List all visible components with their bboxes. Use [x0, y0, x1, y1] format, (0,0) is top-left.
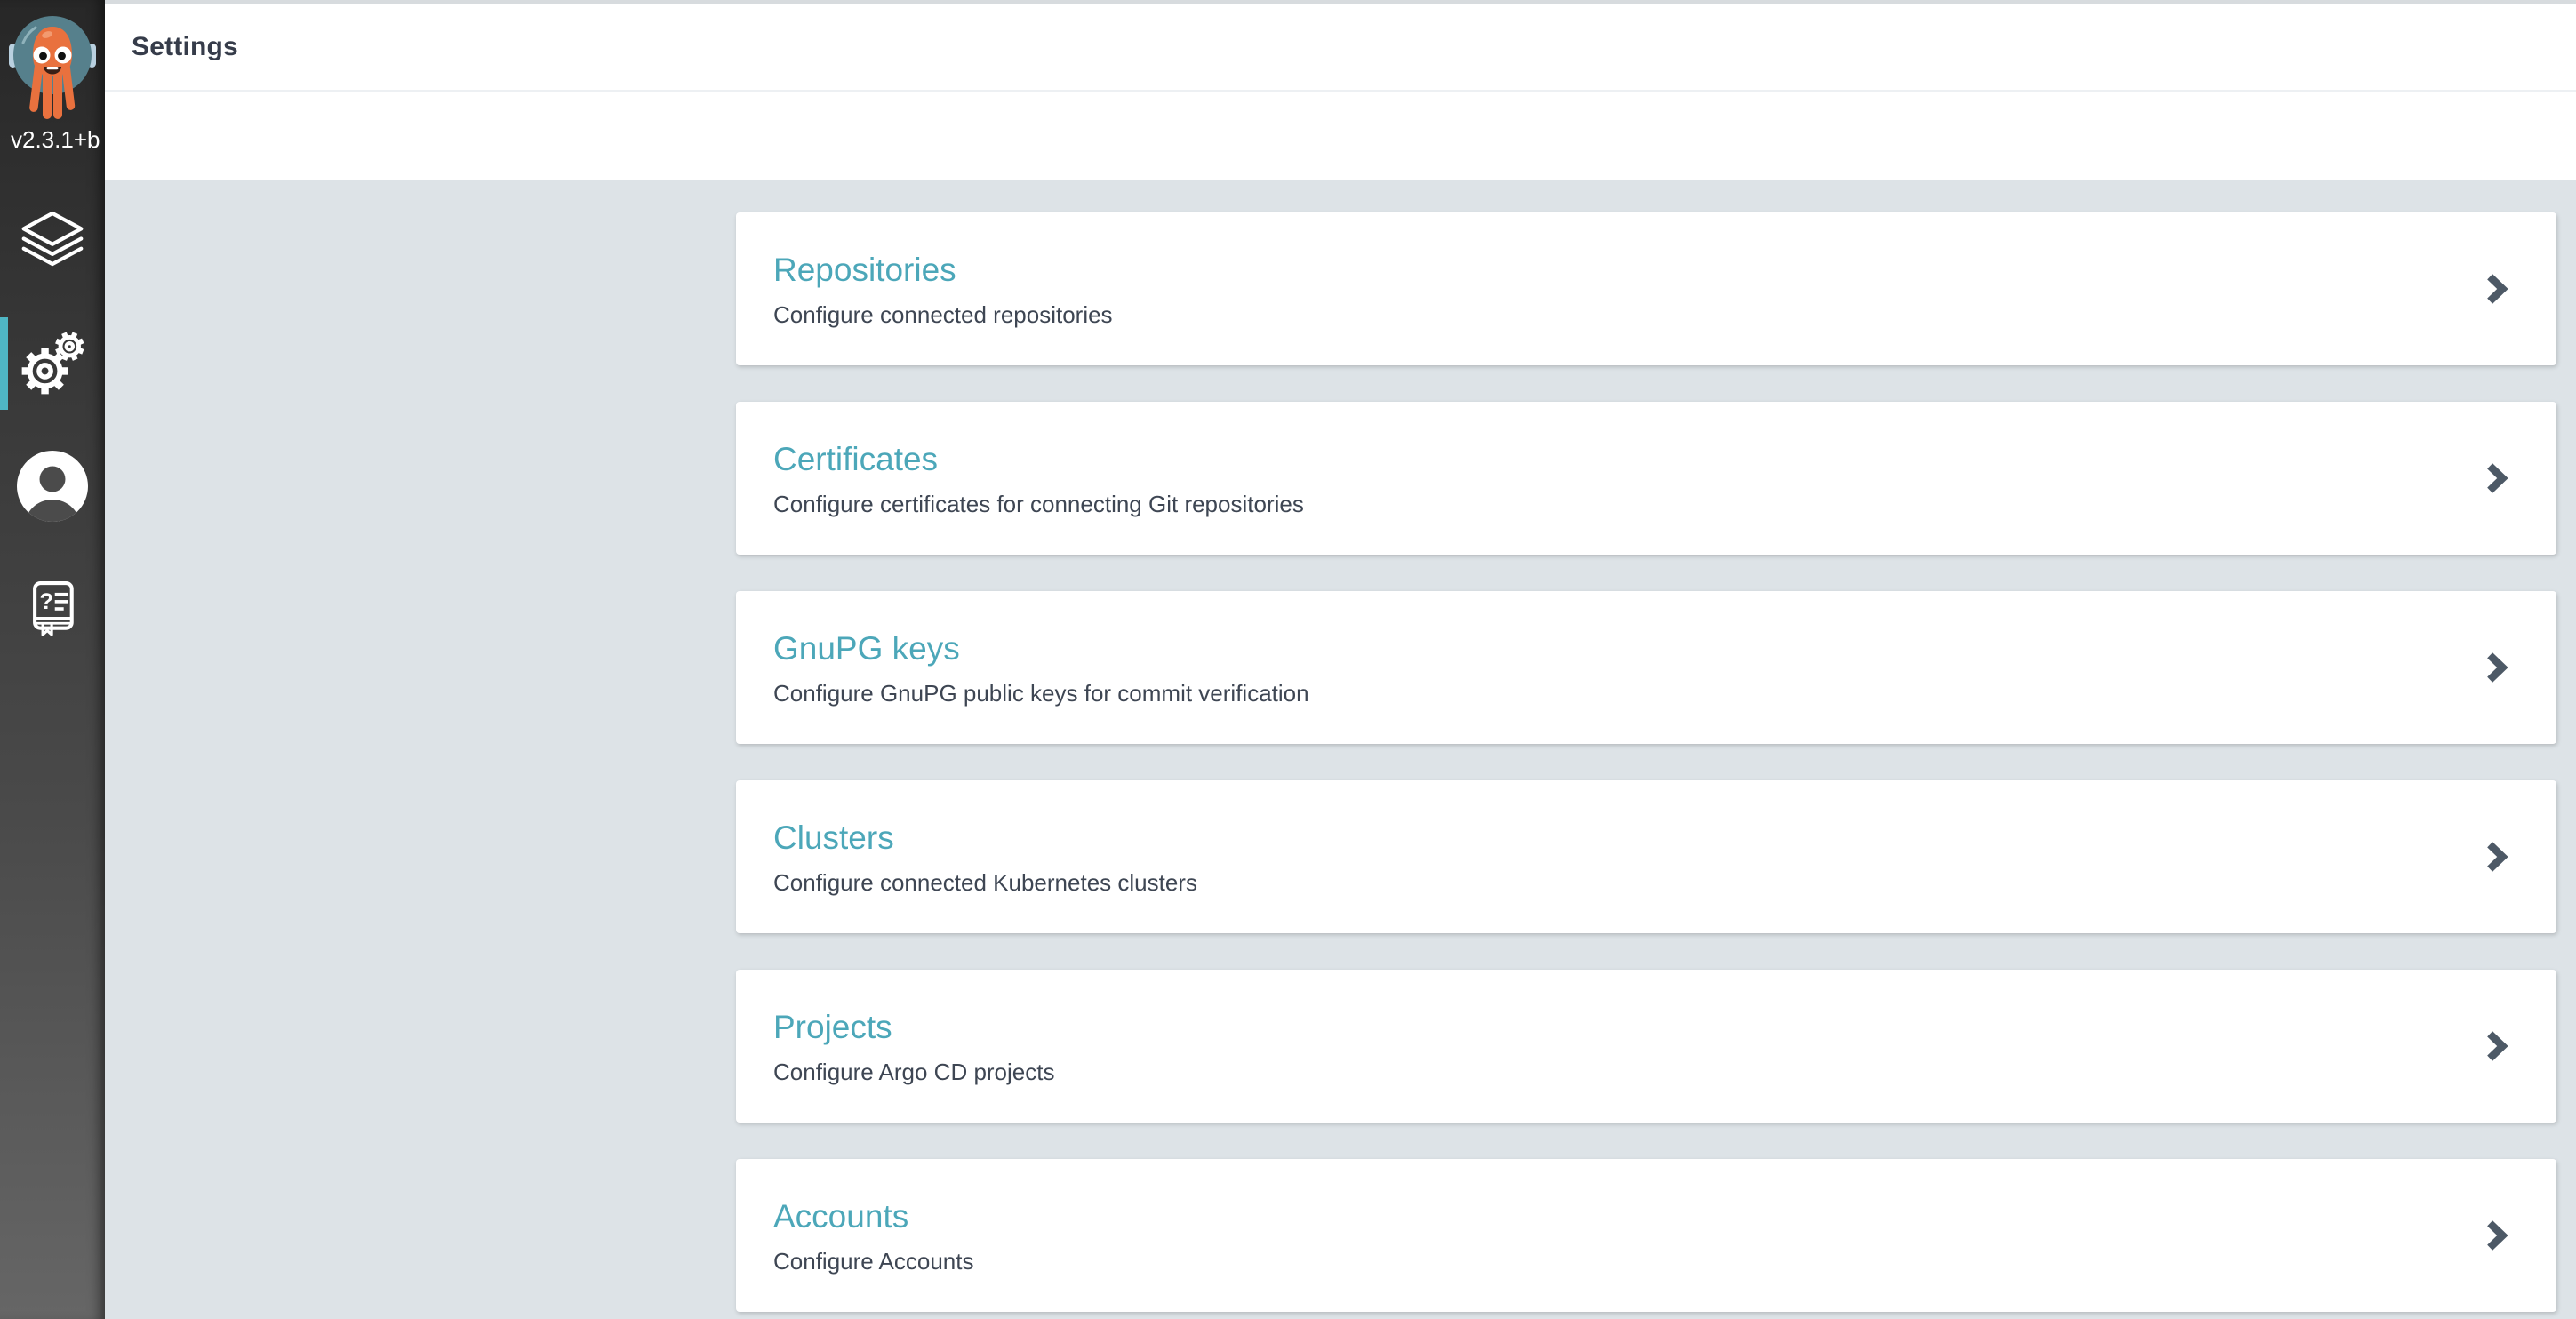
sidebar-item-applications[interactable]	[0, 180, 105, 302]
chevron-right-icon	[2482, 1027, 2510, 1065]
settings-card[interactable]: GnuPG keys Configure GnuPG public keys f…	[736, 591, 2556, 744]
settings-card-description: Configure certificates for connecting Gi…	[773, 491, 2556, 517]
version-label: v2.3.1+b	[0, 126, 105, 153]
settings-card[interactable]: Projects Configure Argo CD projects	[736, 970, 2556, 1123]
sidebar-item-settings[interactable]	[0, 302, 105, 425]
user-icon	[15, 449, 90, 524]
svg-text:?: ?	[40, 589, 53, 614]
settings-card[interactable]: Certificates Configure certificates for …	[736, 402, 2556, 555]
help-book-icon: ?	[19, 575, 86, 643]
sidebar-item-user[interactable]	[0, 425, 105, 548]
layers-icon	[17, 209, 88, 273]
top-header-bar: Settings	[105, 4, 2576, 92]
chevron-right-icon	[2482, 1217, 2510, 1254]
sidebar: v2.3.1+b	[0, 0, 105, 1319]
settings-card-title: Accounts	[773, 1197, 2556, 1236]
settings-card[interactable]: Repositories Configure connected reposit…	[736, 212, 2556, 365]
argo-octopus-logo-icon	[8, 11, 97, 124]
settings-card-description: Configure connected Kubernetes clusters	[773, 869, 2556, 896]
settings-card-title: Certificates	[773, 440, 2556, 479]
active-nav-indicator	[0, 317, 8, 410]
chevron-right-icon	[2482, 838, 2510, 875]
settings-card-title: Projects	[773, 1008, 2556, 1047]
settings-card-title: GnuPG keys	[773, 629, 2556, 668]
sidebar-nav: ?	[0, 180, 105, 670]
settings-card-description: Configure GnuPG public keys for commit v…	[773, 680, 2556, 707]
page-title: Settings	[132, 32, 238, 62]
main-area: Settings Repositories Configure connecte…	[105, 0, 2576, 1319]
settings-content: Repositories Configure connected reposit…	[105, 180, 2576, 1319]
chevron-right-icon	[2482, 649, 2510, 686]
settings-card[interactable]: Accounts Configure Accounts	[736, 1159, 2556, 1312]
chevron-right-icon	[2482, 460, 2510, 497]
secondary-toolbar	[105, 92, 2576, 180]
chevron-right-icon	[2482, 270, 2510, 308]
settings-card-list: Repositories Configure connected reposit…	[736, 212, 2556, 1312]
sidebar-item-help[interactable]: ?	[0, 548, 105, 670]
gear-icon	[16, 327, 89, 400]
settings-card-description: Configure connected repositories	[773, 301, 2556, 328]
settings-card[interactable]: Clusters Configure connected Kubernetes …	[736, 780, 2556, 933]
settings-card-title: Repositories	[773, 251, 2556, 290]
settings-card-title: Clusters	[773, 819, 2556, 858]
settings-card-description: Configure Accounts	[773, 1248, 2556, 1275]
app-logo: v2.3.1+b	[0, 0, 105, 153]
settings-card-description: Configure Argo CD projects	[773, 1059, 2556, 1085]
